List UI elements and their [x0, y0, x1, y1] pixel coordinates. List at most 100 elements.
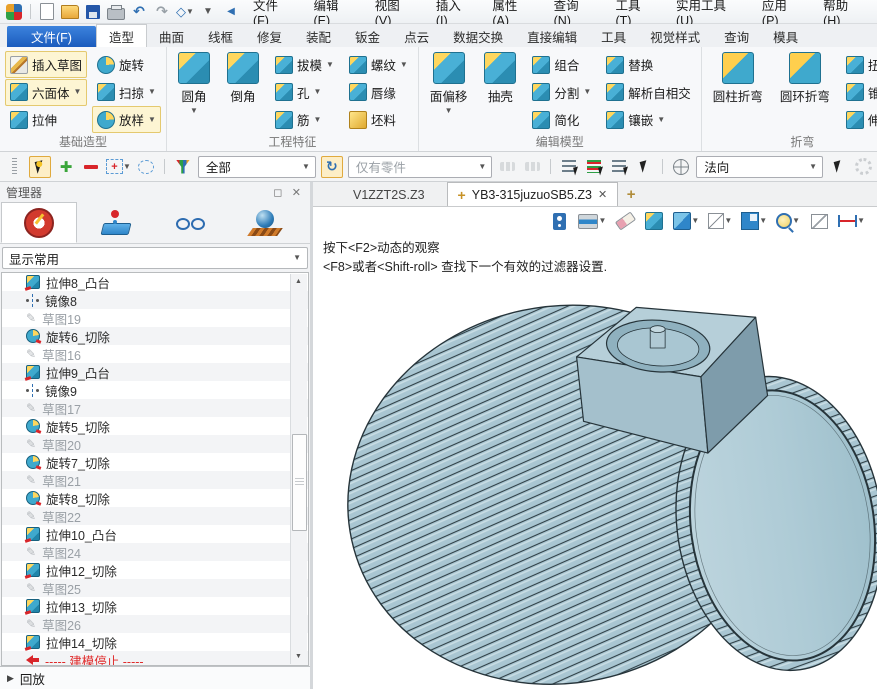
tree-item-8[interactable]: 旋转5_切除	[2, 417, 308, 435]
ribbon-button-放样[interactable]: 放样▼	[92, 106, 161, 133]
cursor-button[interactable]	[634, 157, 654, 177]
menu-item-8[interactable]: 应用(P)	[753, 1, 811, 22]
scroll-thumb[interactable]	[292, 434, 307, 531]
ribbon-button-筋[interactable]: 筋▼	[270, 106, 339, 133]
entity-filter-dropdown[interactable]: 全部▼	[198, 156, 316, 178]
menu-item-3[interactable]: 插入(I)	[427, 1, 481, 22]
menu-item-1[interactable]: 编辑(E)	[305, 1, 363, 22]
zoom-view-button[interactable]: ▼	[776, 211, 800, 231]
scroll-down-icon[interactable]: ▼	[291, 649, 306, 664]
ribbon-button-旋转[interactable]: 旋转	[92, 51, 161, 78]
tree-item-5[interactable]: 拉伸9_凸台	[2, 363, 308, 381]
tree-item-10[interactable]: 旋转7_切除	[2, 453, 308, 471]
tree-item-18[interactable]: 拉伸13_切除	[2, 597, 308, 615]
pick-off-2-button[interactable]	[522, 157, 542, 177]
ribbon-button-抽壳[interactable]: 抽壳	[478, 49, 522, 105]
lasso-pick-button[interactable]	[136, 157, 156, 177]
input-device-button[interactable]: ▼	[578, 211, 606, 231]
tree-item-20[interactable]: 拉伸14_切除	[2, 633, 308, 651]
filter-colors-button[interactable]	[173, 157, 193, 177]
cursor-pick-button[interactable]	[828, 157, 848, 177]
close-icon[interactable]: ✕	[598, 188, 607, 201]
tree-item-13[interactable]: ✎草图22	[2, 507, 308, 525]
menu-item-2[interactable]: 视图(V)	[366, 1, 424, 22]
ribbon-button-坯料[interactable]: 坯料	[344, 106, 413, 133]
ribbon-button-倒角[interactable]: 倒角	[221, 49, 265, 105]
new-tab-button[interactable]: +	[618, 183, 644, 206]
ribbon-tab-12[interactable]: 模具	[761, 26, 810, 47]
ribbon-button-圆柱折弯[interactable]: 圆柱折弯	[707, 49, 769, 105]
ribbon-tab-1[interactable]: 曲面	[147, 26, 196, 47]
ribbon-button-简化[interactable]: 简化	[527, 106, 596, 133]
pick-list-first-button[interactable]	[559, 157, 579, 177]
marquee-pick-button[interactable]: +▼	[106, 157, 131, 177]
tree-item-4[interactable]: ✎草图16	[2, 345, 308, 363]
sync-pick-button[interactable]: ↻	[321, 156, 343, 178]
qa-new-file[interactable]	[37, 2, 57, 21]
qa-redo[interactable]: ↷	[152, 2, 172, 21]
ribbon-button-解析自相交[interactable]: 解析自相交	[601, 79, 696, 106]
manager-tab-render[interactable]	[228, 202, 302, 243]
tree-item-7[interactable]: ✎草图17	[2, 399, 308, 417]
document-tab-1[interactable]: +YB3-315juzuoSB5.Z3✕	[447, 182, 619, 206]
manager-tab-history[interactable]	[1, 202, 77, 243]
exit-context-button[interactable]	[549, 211, 569, 231]
add-to-selection-button[interactable]: ✚	[56, 157, 76, 177]
ribbon-button-唇缘[interactable]: 唇缘	[344, 79, 413, 106]
tree-item-0[interactable]: 拉伸8_凸台	[2, 273, 308, 291]
menu-item-9[interactable]: 帮助(H)	[814, 1, 873, 22]
orient-mode-dropdown[interactable]: 法向▼	[696, 156, 823, 178]
tree-item-16[interactable]: 拉伸12_切除	[2, 561, 308, 579]
pick-list-colored-button[interactable]	[584, 157, 604, 177]
ribbon-button-拔模[interactable]: 拔模▼	[270, 51, 339, 78]
ribbon-button-圆环折弯[interactable]: 圆环折弯	[774, 49, 836, 105]
pick-settings-button[interactable]	[853, 157, 873, 177]
shaded-display-button[interactable]	[644, 211, 664, 231]
ribbon-button-替换[interactable]: 替换	[601, 51, 696, 78]
tree-item-21[interactable]: ----- 建模停止 -----	[2, 651, 308, 666]
eraser-button[interactable]	[615, 211, 635, 231]
tree-item-14[interactable]: 拉伸10_凸台	[2, 525, 308, 543]
ribbon-button-分割[interactable]: 分割▼	[527, 79, 596, 106]
ribbon-tab-8[interactable]: 直接编辑	[515, 26, 589, 47]
ribbon-button-组合[interactable]: 组合	[527, 51, 596, 78]
ribbon-button-插入草图[interactable]: 插入草图	[5, 51, 87, 78]
tree-item-11[interactable]: ✎草图21	[2, 471, 308, 489]
ribbon-button-镶嵌[interactable]: 镶嵌▼	[601, 106, 696, 133]
qa-undo[interactable]: ↶	[129, 2, 149, 21]
file-menu-button[interactable]: 文件(F)	[7, 26, 96, 47]
ribbon-tab-9[interactable]: 工具	[589, 26, 638, 47]
ribbon-button-拉伸[interactable]: 拉伸	[5, 106, 87, 133]
menu-item-7[interactable]: 实用工具(U)	[667, 1, 750, 22]
tree-filter-dropdown[interactable]: 显示常用 ▼	[2, 247, 308, 269]
viewport-layout-button[interactable]: ▼	[741, 211, 767, 231]
tree-item-6[interactable]: 镜像9	[2, 381, 308, 399]
ribbon-button-扭曲[interactable]: 扭曲	[841, 51, 877, 78]
menu-item-5[interactable]: 查询(N)	[545, 1, 604, 22]
qa-app-logo[interactable]	[4, 2, 24, 21]
tree-item-17[interactable]: ✎草图25	[2, 579, 308, 597]
qa-print[interactable]	[106, 2, 126, 21]
pick-arrow-button[interactable]	[29, 156, 51, 178]
dimension-display-button[interactable]: ▼	[838, 211, 865, 231]
ribbon-tab-11[interactable]: 查询	[712, 26, 761, 47]
wireframe-cube-button[interactable]: ▼	[708, 211, 732, 231]
ribbon-button-伸展[interactable]: 伸展	[841, 106, 877, 133]
qa-select-target[interactable]: ◇▼	[175, 2, 195, 21]
panel-close-icon[interactable]: ✕	[289, 187, 304, 199]
remove-from-selection-button[interactable]	[81, 157, 101, 177]
ribbon-tab-5[interactable]: 钣金	[343, 26, 392, 47]
qa-open-file[interactable]	[60, 2, 80, 21]
expand-triangle-icon[interactable]: ▶	[7, 673, 14, 684]
part-filter-dropdown[interactable]: 仅有零件▼	[348, 156, 492, 178]
menu-item-4[interactable]: 属性(A)	[483, 1, 541, 22]
ribbon-button-面偏移[interactable]: 面偏移▼	[424, 49, 474, 115]
pick-list-all-button[interactable]	[609, 157, 629, 177]
ribbon-button-孔[interactable]: 孔▼	[270, 79, 339, 106]
ribbon-tab-0[interactable]: 造型	[96, 24, 147, 47]
ribbon-button-六面体[interactable]: 六面体▼	[5, 79, 87, 106]
replay-section[interactable]: ▶ 回放	[0, 666, 310, 689]
ribbon-tab-10[interactable]: 视觉样式	[638, 26, 712, 47]
tree-item-2[interactable]: ✎草图19	[2, 309, 308, 327]
tree-item-3[interactable]: 旋转6_切除	[2, 327, 308, 345]
